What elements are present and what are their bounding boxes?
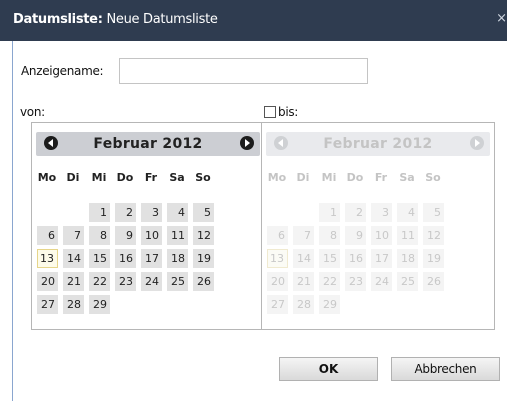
day-cell: 28: [293, 295, 314, 314]
day-cell[interactable]: 1: [89, 203, 110, 222]
day-cell[interactable]: 8: [89, 226, 110, 245]
ok-button[interactable]: OK: [279, 357, 378, 381]
day-cell: 17: [371, 249, 392, 268]
day-cell: 23: [345, 272, 366, 291]
day-cell[interactable]: 5: [193, 203, 214, 222]
weekday-header: Mo: [37, 171, 57, 184]
day-cell[interactable]: 14: [63, 249, 84, 268]
weekday-header: Di: [66, 171, 80, 184]
day-cell: 13: [267, 249, 288, 268]
day-cell: 26: [423, 272, 444, 291]
day-cell[interactable]: 28: [63, 295, 84, 314]
day-cell[interactable]: 15: [89, 249, 110, 268]
weekday-header: So: [425, 171, 441, 184]
day-cell[interactable]: 13: [37, 249, 58, 268]
day-cell[interactable]: 9: [115, 226, 136, 245]
from-label: von:: [20, 105, 45, 119]
day-cell: 11: [397, 226, 418, 245]
day-cell[interactable]: 21: [63, 272, 84, 291]
day-cell: 16: [345, 249, 366, 268]
day-cell[interactable]: 6: [37, 226, 58, 245]
chevron-right-icon: [470, 136, 484, 150]
day-cell: 29: [319, 295, 340, 314]
weekday-header: Do: [346, 171, 364, 184]
day-cell: 18: [397, 249, 418, 268]
day-cell: 9: [345, 226, 366, 245]
day-cell: 6: [267, 226, 288, 245]
day-cell[interactable]: 7: [63, 226, 84, 245]
day-cell: 3: [371, 203, 392, 222]
month-label: Februar 2012: [93, 136, 203, 152]
weekday-header: Sa: [169, 171, 185, 184]
day-cell[interactable]: 11: [167, 226, 188, 245]
day-cell: 15: [319, 249, 340, 268]
month-label: Februar 2012: [323, 136, 433, 152]
to-checkbox[interactable]: [264, 106, 276, 118]
weekday-header: Fr: [374, 171, 388, 184]
to-label: bis:: [278, 105, 299, 119]
weekday-header: So: [195, 171, 211, 184]
day-cell: 19: [423, 249, 444, 268]
day-cell[interactable]: 2: [115, 203, 136, 222]
day-cell[interactable]: 4: [167, 203, 188, 222]
day-cell[interactable]: 27: [37, 295, 58, 314]
day-cell: 14: [293, 249, 314, 268]
calendar-from: Februar 2012 Mo Di Mi Do Fr Sa So 1 2 3 4 5 6 7 8 9 10 11…: [31, 122, 265, 330]
day-cell: 7: [293, 226, 314, 245]
day-cell: 2: [345, 203, 366, 222]
close-icon[interactable]: ×: [496, 11, 507, 26]
day-cell: 12: [423, 226, 444, 245]
day-cell[interactable]: 25: [167, 272, 188, 291]
day-cell: 20: [267, 272, 288, 291]
day-cell: 5: [423, 203, 444, 222]
calendar-to: Februar 2012 Mo Di Mi Do Fr Sa So 1 2 3 4 5 6 7 8 9 10 11…: [261, 122, 495, 330]
day-cell[interactable]: 17: [141, 249, 162, 268]
day-cell[interactable]: 23: [115, 272, 136, 291]
day-cell[interactable]: 22: [89, 272, 110, 291]
window-title: Datumsliste: Neue Datumsliste: [13, 12, 218, 27]
weekday-header: Mo: [267, 171, 287, 184]
day-cell: 1: [319, 203, 340, 222]
weekday-header: Fr: [144, 171, 158, 184]
window-title-prefix: Datumsliste:: [13, 12, 103, 27]
day-cell[interactable]: 16: [115, 249, 136, 268]
display-name-label: Anzeigename:: [21, 64, 104, 78]
day-cell[interactable]: 10: [141, 226, 162, 245]
day-cell: 10: [371, 226, 392, 245]
day-cell: 8: [319, 226, 340, 245]
weekday-header: Mi: [321, 171, 337, 184]
day-cell[interactable]: 26: [193, 272, 214, 291]
cancel-button[interactable]: Abbrechen: [391, 357, 500, 381]
day-cell: 22: [319, 272, 340, 291]
day-cell: 27: [267, 295, 288, 314]
day-cell: 4: [397, 203, 418, 222]
weekday-header: Mi: [91, 171, 107, 184]
day-cell[interactable]: 3: [141, 203, 162, 222]
weekday-header: Di: [296, 171, 310, 184]
title-bar: Datumsliste: Neue Datumsliste ×: [0, 0, 507, 41]
display-name-input[interactable]: [119, 58, 368, 84]
day-cell[interactable]: 24: [141, 272, 162, 291]
calendar-header: Februar 2012: [36, 132, 260, 156]
day-cell[interactable]: 19: [193, 249, 214, 268]
calendar-header: Februar 2012: [266, 132, 490, 156]
day-cell: 24: [371, 272, 392, 291]
day-cell: 21: [293, 272, 314, 291]
day-cell[interactable]: 18: [167, 249, 188, 268]
window-title-value: Neue Datumsliste: [106, 12, 218, 27]
weekday-header: Sa: [399, 171, 415, 184]
day-cell: 25: [397, 272, 418, 291]
weekday-header: Do: [116, 171, 134, 184]
day-cell[interactable]: 20: [37, 272, 58, 291]
chevron-right-icon[interactable]: [240, 136, 254, 150]
day-cell[interactable]: 29: [89, 295, 110, 314]
day-cell[interactable]: 12: [193, 226, 214, 245]
